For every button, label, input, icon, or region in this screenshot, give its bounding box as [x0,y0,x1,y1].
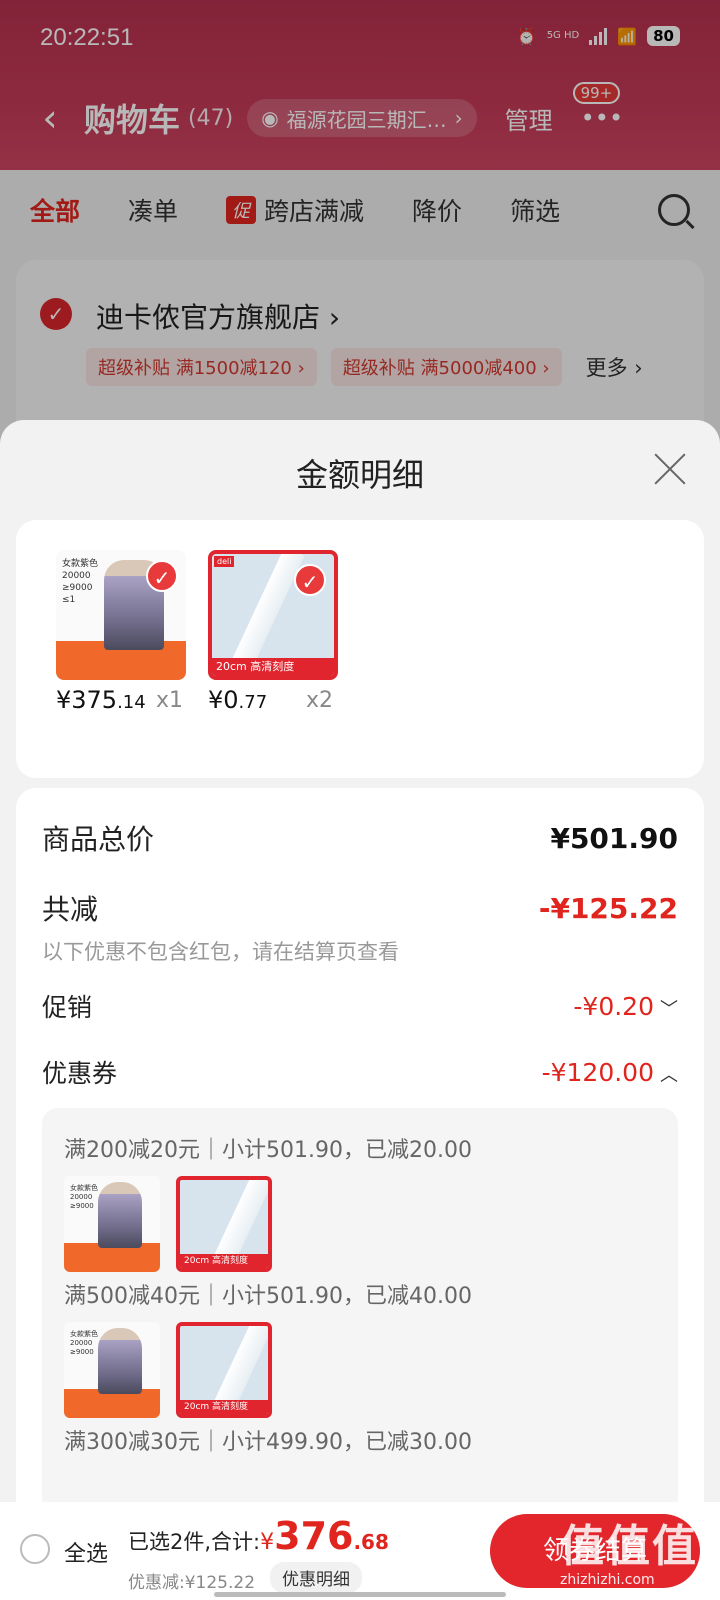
chevron-up-icon: ︿ [660,1064,678,1086]
coupon-line: 满500减40元｜小计501.90，已减40.00 [64,1284,472,1309]
discount-detail-button[interactable]: 优惠明细 [270,1562,362,1593]
check-icon: ✓ [294,564,326,596]
coupon-line: 满300减30元｜小计499.90，已减30.00 [64,1430,472,1455]
total-summary: 已选2件,合计: ¥ 376 .68 [128,1514,389,1558]
home-indicator[interactable] [214,1592,506,1597]
coupon-row[interactable]: 优惠券 -¥120.00 ︿ [42,1054,678,1090]
thumb-ruler: 20cm 高清刻度 [176,1322,272,1418]
product-item[interactable]: deli 20cm 高清刻度 ✓ [208,550,338,680]
coupon-line: 满200减20元｜小计501.90，已减20.00 [64,1138,472,1163]
promo-value: -¥0.20 [573,991,654,1021]
price-detail-card: 商品总价 ¥501.90 共减 -¥125.22 以下优惠不包含红包，请在结算页… [16,788,704,1600]
reduce-note: 以下优惠不包含红包，请在结算页查看 [42,940,399,964]
product-image-jacket: 女款紫色 20000 ≥9000 ≤1 ✓ [56,550,186,680]
reduce-row: 共减 -¥125.22 [42,888,678,928]
thumb-ruler: 20cm 高清刻度 [176,1176,272,1272]
product-price: ¥375.14 [56,686,146,714]
coupon-label: 优惠券 [42,1059,118,1088]
chevron-down-icon: ﹀ [660,998,678,1020]
reduce-value: -¥125.22 [538,891,678,925]
close-icon[interactable] [652,450,688,486]
product-image-ruler: deli 20cm 高清刻度 ✓ [208,550,338,680]
select-all-radio[interactable] [20,1534,50,1564]
total-value: ¥501.90 [550,821,678,855]
promo-row[interactable]: 促销 -¥0.20 ﹀ [42,988,678,1024]
total-symbol: ¥ [260,1530,275,1555]
product-qty: x1 [156,688,184,713]
watermark-url: zhizhizhi.com [560,1572,655,1588]
total-row: 商品总价 ¥501.90 [42,818,678,858]
discount-text: 优惠减:¥125.22 [128,1573,256,1593]
thumb-jacket: 女款紫色 20000 ≥9000 [64,1322,160,1418]
product-item[interactable]: 女款紫色 20000 ≥9000 ≤1 ✓ [56,550,186,680]
coupon-value: -¥120.00 [541,1057,654,1087]
products-card: 女款紫色 20000 ≥9000 ≤1 ✓ ¥375.14 x1 deli 20cm … [16,520,704,778]
check-icon: ✓ [146,560,178,592]
product-price: ¥0.77 [208,686,268,714]
product-qty: x2 [306,688,334,713]
coupon-products: 女款紫色 20000 ≥9000 20cm 高清刻度 [64,1176,272,1272]
watermark: 值值值 [560,1521,698,1572]
total-dec: .68 [353,1530,389,1554]
select-all-label[interactable]: 全选 [64,1536,108,1568]
total-int: 376 [274,1514,354,1558]
amount-detail-sheet: 金额明细 女款紫色 20000 ≥9000 ≤1 ✓ ¥375.14 x1 deli … [0,420,720,1600]
thumb-jacket: 女款紫色 20000 ≥9000 [64,1176,160,1272]
total-label: 商品总价 [42,823,155,856]
coupon-products: 女款紫色 20000 ≥9000 20cm 高清刻度 [64,1322,272,1418]
promo-label: 促销 [42,993,93,1022]
summary-prefix: 已选2件,合计: [128,1530,261,1554]
reduce-label: 共减 [42,893,99,926]
sheet-title: 金额明细 [295,456,424,494]
